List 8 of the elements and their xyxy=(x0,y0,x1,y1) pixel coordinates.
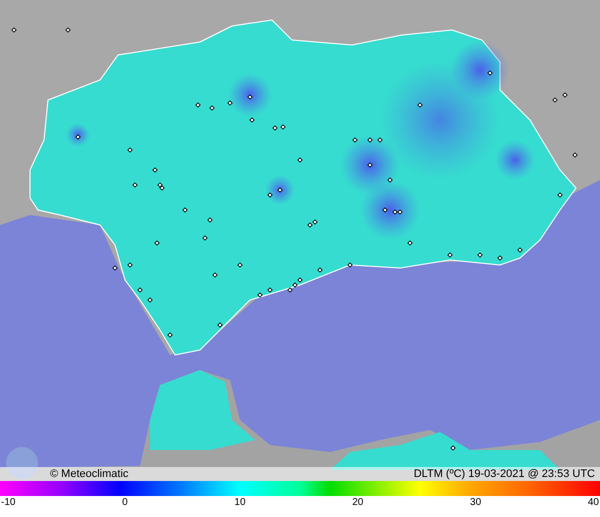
map-caption: DLTM (ºC) 19-03-2021 @ 23:53 UTC xyxy=(414,468,595,480)
scale-label: 40 xyxy=(588,498,599,508)
scale-label: 30 xyxy=(470,498,482,508)
scale-label: -10 xyxy=(1,498,16,508)
brand-label: © Meteoclimatic xyxy=(50,468,128,480)
scale-label: 10 xyxy=(234,498,246,508)
scale-label: 20 xyxy=(352,498,364,508)
scale-label: 0 xyxy=(122,498,128,508)
